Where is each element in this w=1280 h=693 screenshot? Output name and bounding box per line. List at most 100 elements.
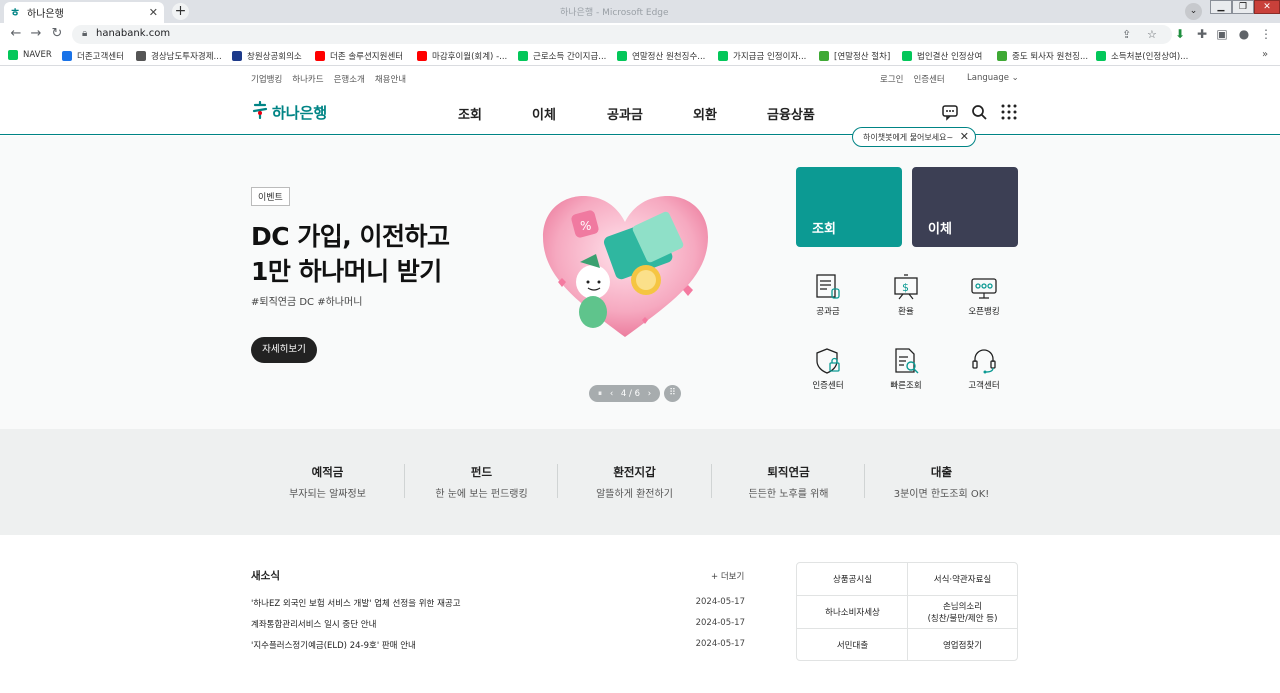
customer-voice-link[interactable]: 손님의소리 (칭찬/불만/제안 등): [907, 596, 1018, 629]
category-funds[interactable]: 펀드 한 눈에 보는 펀드랭킹: [405, 464, 558, 500]
util-link-corporate[interactable]: 기업뱅킹: [251, 73, 282, 85]
certificate-center-link[interactable]: 인증센터: [913, 73, 944, 85]
hero-tags: #퇴직연금 DC #하나머니: [251, 297, 363, 308]
view-details-button[interactable]: 자세히보기: [251, 337, 317, 363]
side-panel-icon[interactable]: ▣: [1214, 26, 1230, 42]
forward-icon[interactable]: →: [28, 26, 44, 42]
hana-bank-logo[interactable]: 하나은행: [251, 100, 327, 123]
bookmark-item[interactable]: 마감후이월(회계) -...: [417, 50, 507, 62]
tab-search-icon[interactable]: ⌄: [1185, 3, 1202, 20]
bookmarks-overflow-icon[interactable]: »: [1262, 49, 1268, 60]
new-tab-button[interactable]: +: [172, 3, 189, 20]
bookmark-item[interactable]: 소득처분(인정상여)...: [1096, 50, 1188, 62]
menu-utility-bills[interactable]: 공과금: [607, 104, 643, 123]
all-menu-icon[interactable]: [1000, 103, 1018, 121]
close-window-button[interactable]: ✕: [1254, 0, 1280, 14]
share-icon[interactable]: ⇪: [1122, 28, 1131, 41]
menu-transfer[interactable]: 이체: [532, 104, 556, 123]
category-loans[interactable]: 대출 3분이면 한도조회 OK!: [865, 464, 1018, 500]
quick-customer-center[interactable]: 고객센터: [954, 346, 1014, 406]
quick-fast-inquiry-label: 빠른조회: [890, 381, 922, 391]
chatbot-tooltip[interactable]: 하이챗봇에게 물어보세요~ ✕: [852, 127, 976, 147]
prev-slide-icon[interactable]: ‹: [610, 389, 613, 399]
low-income-loan-link[interactable]: 서민대출: [797, 629, 908, 662]
menu-foreign-exchange[interactable]: 외환: [693, 104, 717, 123]
url-text[interactable]: hanabank.com: [96, 28, 170, 39]
search-icon[interactable]: [970, 103, 988, 121]
hero-title[interactable]: DC 가입, 이전하고 1만 하나머니 받기: [251, 219, 450, 289]
browser-tab[interactable]: ㅎ 하나은행 ✕: [4, 2, 164, 23]
minimize-button[interactable]: ▁: [1210, 0, 1232, 14]
forms-terms-link[interactable]: 서식·약관자료실: [907, 563, 1018, 596]
bookmark-favicon-icon: [232, 51, 242, 61]
window-title: 하나은행 - Microsoft Edge: [560, 8, 669, 18]
back-icon[interactable]: ←: [8, 26, 24, 42]
quick-transfer-button[interactable]: 이체: [912, 167, 1018, 247]
browser-menu-icon[interactable]: ⋮: [1258, 26, 1274, 42]
quick-open-banking[interactable]: 오픈뱅킹: [954, 272, 1014, 332]
menu-financial-products[interactable]: 금융상품: [767, 104, 815, 123]
reload-icon[interactable]: ↻: [49, 26, 65, 42]
bookmark-label: 연말정산 원천징수...: [632, 52, 706, 62]
download-icon[interactable]: ⬇: [1172, 26, 1188, 42]
news-item-date: 2024-05-17: [695, 618, 745, 628]
category-title: 예적금: [311, 465, 344, 479]
news-item[interactable]: 계좌통합관리서비스 일시 중단 안내 2024-05-17: [251, 618, 745, 630]
menu-inquiry[interactable]: 조회: [458, 104, 482, 123]
bookmark-item[interactable]: NAVER: [8, 50, 52, 60]
bookmark-star-icon[interactable]: ☆: [1147, 28, 1157, 41]
quick-certificate[interactable]: 인증센터: [798, 346, 858, 406]
product-disclosure-link[interactable]: 상품공시실: [797, 563, 908, 596]
bookmark-item[interactable]: 법인결산 인정상여: [902, 50, 982, 62]
bookmark-label: [연말정산 절차]: [834, 52, 891, 62]
hero-title-line1: DC 가입, 이전하고: [251, 222, 450, 251]
bookmark-favicon-icon: [136, 51, 146, 61]
category-exchange-wallet[interactable]: 환전지갑 알뜰하게 환전하기: [558, 464, 711, 500]
quick-inquiry-button[interactable]: 조회: [796, 167, 902, 247]
news-item-text: 계좌통합관리서비스 일시 중단 안내: [251, 620, 377, 630]
bookmark-item[interactable]: 근로소득 간이지급...: [518, 50, 606, 62]
bookmark-item[interactable]: [연말정산 절차]: [819, 50, 890, 62]
hero-illustration[interactable]: %: [538, 182, 713, 352]
news-item[interactable]: '하나EZ 외국인 보험 서비스 개발' 업체 선정을 위한 재공고 2024-…: [251, 597, 745, 609]
bookmark-item[interactable]: 가지급금 인정이자...: [718, 50, 806, 62]
language-selector[interactable]: Language ⌄: [967, 73, 1019, 83]
address-bar[interactable]: 🔒︎ hanabank.com ⇪ ☆: [72, 25, 1172, 44]
quick-exchange-rate[interactable]: $ 환율: [876, 272, 936, 332]
category-pension[interactable]: 퇴직연금 든든한 노후를 위해: [712, 464, 865, 500]
quick-fast-inquiry[interactable]: 빠른조회: [876, 346, 936, 406]
close-tab-icon[interactable]: ✕: [149, 6, 158, 19]
view-all-slides-icon[interactable]: ⠿: [664, 385, 681, 402]
maximize-button[interactable]: ❐: [1232, 0, 1254, 14]
chatbot-tooltip-text: 하이챗봇에게 물어보세요~: [863, 133, 954, 142]
quick-bills[interactable]: 공과금: [798, 272, 858, 332]
category-title: 환전지갑: [613, 465, 656, 479]
customer-voice-sub: (칭찬/불만/제안 등): [927, 613, 998, 624]
bookmark-item[interactable]: 중도 퇴사자 원천징...: [997, 50, 1088, 62]
bookmark-favicon-icon: [718, 51, 728, 61]
bookmark-item[interactable]: 경상남도투자경제...: [136, 50, 222, 62]
close-icon[interactable]: ✕: [960, 130, 969, 143]
util-link-card[interactable]: 하나카드: [292, 73, 323, 85]
extensions-icon[interactable]: ✚: [1194, 26, 1210, 42]
bookmark-item[interactable]: 연말정산 원천징수...: [617, 50, 705, 62]
consumer-world-link[interactable]: 하나소비자세상: [797, 596, 908, 629]
bookmark-item[interactable]: 더존 솔루션지원센터: [315, 50, 403, 62]
open-banking-icon: [971, 278, 997, 299]
util-link-careers[interactable]: 채용안내: [375, 73, 406, 85]
category-deposits[interactable]: 예적금 부자되는 알짜정보: [251, 464, 404, 500]
profile-icon[interactable]: ●: [1236, 26, 1252, 42]
bookmark-favicon-icon: [417, 51, 427, 61]
login-link[interactable]: 로그인: [880, 73, 903, 85]
bookmark-item[interactable]: 더존고객센터: [62, 50, 124, 62]
news-more-link[interactable]: + 더보기: [711, 570, 744, 582]
hana-logo-icon: [251, 100, 269, 123]
lock-icon[interactable]: 🔒︎: [82, 28, 87, 39]
news-item[interactable]: '지수플러스정기예금(ELD) 24-9호' 판매 안내 2024-05-17: [251, 639, 745, 651]
pause-icon[interactable]: ⏸: [598, 389, 602, 399]
find-branch-link[interactable]: 영업점찾기: [907, 629, 1018, 662]
bookmark-item[interactable]: 창원상공회의소: [232, 50, 302, 62]
util-link-about[interactable]: 은행소개: [334, 73, 365, 85]
chatbot-icon[interactable]: [941, 103, 959, 121]
next-slide-icon[interactable]: ›: [648, 389, 651, 399]
